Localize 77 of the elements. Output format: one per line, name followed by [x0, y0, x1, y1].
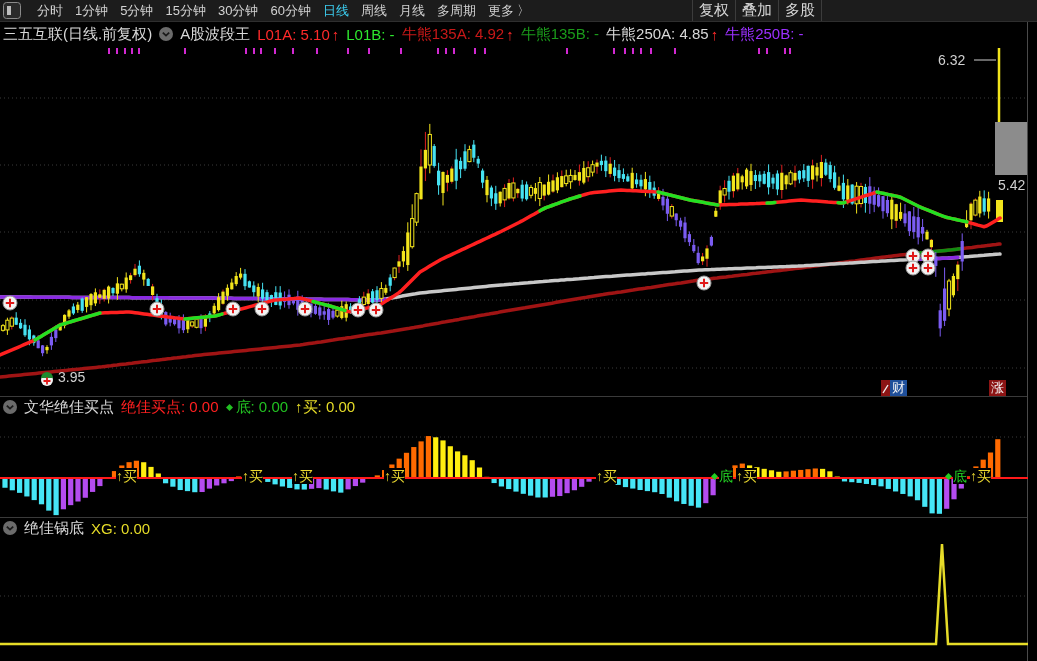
period-tab[interactable]: 30分钟 [211, 0, 265, 21]
tick-mark-icon [400, 48, 402, 54]
signal-label: ↑买 [970, 468, 991, 484]
event-tag: 涨 [989, 380, 1006, 396]
period-tab[interactable]: 分时 [31, 0, 69, 21]
legend-value: 绝佳买点: 0.00 [121, 397, 219, 417]
legend-value: L01B: - [346, 25, 395, 43]
period-tab[interactable]: 15分钟 [159, 0, 212, 21]
plus-circle-icon [696, 275, 712, 291]
indicator-name: 文华绝佳买点 [24, 397, 114, 417]
legend-value: 牛熊135A: 4.92 [401, 24, 505, 44]
tick-mark-icon [368, 48, 370, 54]
tick-mark-icon [613, 48, 615, 54]
plus-circle-icon [297, 301, 313, 317]
panel-toggle-icon[interactable] [3, 2, 21, 19]
signal-label: ↑买 [242, 468, 263, 484]
price-label: 5.42 [998, 177, 1026, 193]
tick-mark-icon [674, 48, 676, 54]
chevron-down-icon[interactable] [3, 521, 17, 535]
signal-label: 底 [953, 468, 967, 484]
signal-label: ↑买 [384, 468, 405, 484]
period-tab[interactable]: 周线 [354, 0, 393, 21]
legend-value: ↑买: 0.00 [295, 397, 356, 417]
legend-value: 牛熊250A: 4.85 [606, 24, 709, 44]
event-marker-icon [881, 380, 890, 396]
plus-circle-icon [905, 260, 921, 276]
plus-circle-icon [2, 295, 18, 311]
period-tab[interactable]: 月线 [392, 0, 431, 21]
legend-value: XG: 0.00 [91, 519, 151, 537]
period-tab[interactable]: 60分钟 [264, 0, 317, 21]
plus-circle-icon [149, 301, 165, 317]
toolbar-button[interactable]: 复权 [692, 0, 735, 21]
tick-mark-icon [316, 48, 318, 54]
plus-circle-icon [920, 260, 936, 276]
period-tab[interactable]: 5分钟 [114, 0, 160, 21]
price-label: 3.95 [58, 369, 86, 385]
tick-mark-icon [650, 48, 652, 54]
plus-circle-icon [350, 302, 366, 318]
tick-mark-icon [274, 48, 276, 54]
legend-value: L01A: 5.10 [257, 25, 330, 43]
tick-mark-icon [184, 48, 186, 54]
plus-circle-icon [254, 301, 270, 317]
price-label: 6.32 [938, 52, 966, 68]
trend-arrow: ↑ [331, 25, 340, 43]
period-tab[interactable]: 日线 [316, 0, 355, 21]
chevron-down-icon[interactable] [159, 27, 174, 41]
signal-label: ↑买 [292, 468, 313, 484]
tick-mark-icon [484, 48, 486, 54]
tick-mark-icon [566, 48, 568, 54]
price-zone-marker [995, 122, 1027, 175]
period-tab[interactable]: 更多 〉 [481, 0, 537, 21]
toolbar-button[interactable]: 叠加 [735, 0, 778, 21]
diamond-icon [225, 403, 233, 411]
signal-label: 底 [719, 468, 733, 484]
signal-label: ↑买 [736, 468, 757, 484]
chevron-down-icon[interactable] [3, 400, 17, 414]
tick-mark-icon [292, 48, 294, 54]
plus-circle-icon [368, 302, 384, 318]
low-point-icon [41, 372, 53, 386]
plus-circle-icon [225, 301, 241, 317]
trend-arrow: ↑ [506, 25, 514, 43]
trend-arrow: ↑ [710, 25, 719, 43]
legend-value: 牛熊135B: - [520, 24, 600, 44]
tick-mark-icon [474, 48, 476, 54]
signal-label: ↑买 [596, 468, 617, 484]
indicator-name: A股波段王 [180, 24, 251, 44]
legend-value: 底: 0.00 [235, 397, 289, 417]
event-tag: 财 [890, 380, 907, 396]
leader-line [973, 59, 997, 61]
toolbar-button[interactable]: 多股 [778, 0, 821, 21]
indicator-name: 绝佳锅底 [24, 518, 84, 538]
security-title: 三五互联(日线.前复权) [3, 24, 153, 44]
legend-value: 牛熊250B: - [725, 24, 804, 44]
period-tab[interactable]: 多周期 [430, 0, 482, 21]
period-tab[interactable]: 1分钟 [69, 0, 115, 21]
signal-label: ↑买 [116, 468, 137, 484]
tick-mark-icon [347, 48, 349, 54]
